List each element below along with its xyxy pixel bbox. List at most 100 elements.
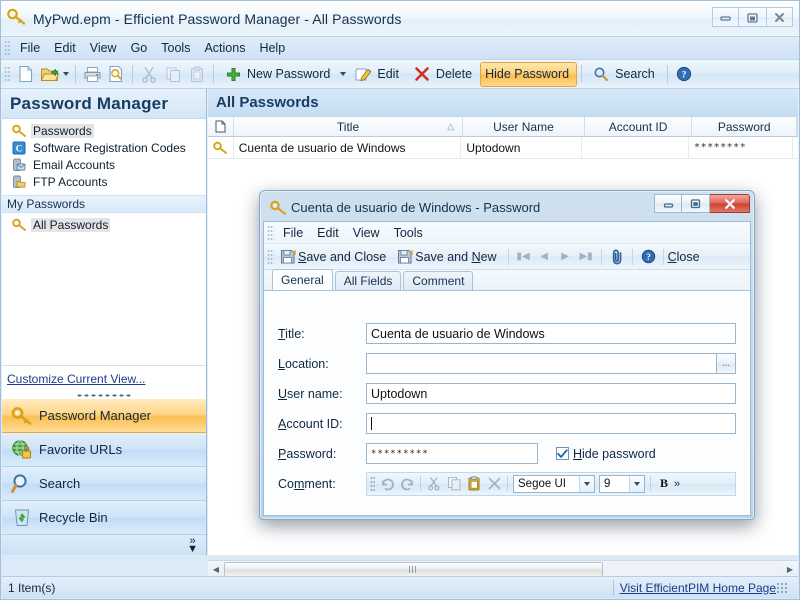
menu-help[interactable]: Help: [252, 39, 292, 57]
column-header-account-id[interactable]: Account ID: [585, 117, 693, 136]
nav-button-label: Search: [39, 476, 81, 491]
help-icon[interactable]: ?: [639, 247, 659, 267]
application-window: MyPwd.epm - Efficient Password Manager -…: [0, 0, 800, 600]
location-input[interactable]: [366, 353, 717, 374]
comment-toolbar-grip[interactable]: [370, 475, 375, 492]
location-browse-button[interactable]: ...: [716, 353, 736, 374]
scrollbar-track[interactable]: [224, 561, 782, 577]
paste-icon[interactable]: [464, 474, 484, 494]
search-button[interactable]: Search: [586, 62, 663, 87]
minimize-icon[interactable]: [712, 7, 739, 27]
help-icon[interactable]: ?: [673, 63, 695, 85]
save-and-close-button[interactable]: Save and Close: [298, 250, 393, 264]
dialog-menubar-grip[interactable]: [267, 224, 274, 241]
nav-button-favorite-urls[interactable]: Favorite URLs: [2, 433, 206, 467]
hide-password-button[interactable]: Hide Password: [480, 61, 578, 87]
comment-toolbar-separator: [420, 476, 421, 491]
hide-password-checkbox-group[interactable]: Hide password: [552, 447, 656, 461]
tab-general[interactable]: General: [272, 269, 333, 290]
tab-label: All Fields: [343, 274, 393, 288]
close-icon[interactable]: [710, 194, 750, 213]
cell-account-id: [582, 137, 690, 158]
sidebar-item-ftp-accounts[interactable]: FTP Accounts: [2, 173, 206, 190]
tab-comment[interactable]: Comment: [403, 271, 474, 290]
menu-edit[interactable]: Edit: [47, 39, 83, 57]
scrollbar-thumb[interactable]: [224, 561, 604, 577]
dialog-menu-tools[interactable]: Tools: [387, 224, 430, 242]
sort-ascending-icon: △: [447, 121, 455, 131]
menu-view[interactable]: View: [83, 39, 124, 57]
customize-current-view-link[interactable]: Customize Current View...: [7, 372, 146, 386]
nav-button-password-manager[interactable]: Password Manager: [2, 399, 206, 433]
paperclip-icon[interactable]: [608, 247, 628, 267]
new-password-button[interactable]: New Password: [218, 62, 338, 87]
globe-lock-icon: [9, 437, 35, 463]
resize-grip-icon[interactable]: [776, 581, 788, 594]
sidebar-item-software-registration-codes[interactable]: C Software Registration Codes: [2, 139, 206, 156]
bold-button[interactable]: B: [654, 474, 674, 494]
menu-tools[interactable]: Tools: [154, 39, 197, 57]
print-icon[interactable]: [81, 63, 103, 85]
sidebar-item-label: FTP Accounts: [33, 174, 108, 189]
font-family-select[interactable]: Segoe UI: [513, 474, 595, 493]
username-input[interactable]: Uptodown: [366, 383, 736, 404]
save-and-new-button[interactable]: Save and New: [415, 250, 503, 264]
nav-expand-button[interactable]: » ▼: [2, 535, 206, 555]
sidebar-nav-buttons: Password Manager Favorite URLs Search Re…: [2, 399, 206, 555]
minimize-icon[interactable]: [654, 194, 682, 213]
svg-text:?: ?: [646, 252, 651, 262]
dialog-close-button[interactable]: Close: [668, 250, 707, 264]
new-document-icon[interactable]: [14, 63, 36, 85]
sidebar-item-label: Email Accounts: [33, 157, 116, 172]
dialog-menu-file[interactable]: File: [276, 224, 310, 242]
chevron-down-icon[interactable]: [579, 475, 594, 492]
last-record-icon: ▶▮: [579, 251, 593, 262]
nav-button-recycle-bin[interactable]: Recycle Bin: [2, 501, 206, 535]
chevron-down-icon[interactable]: [629, 475, 644, 492]
menubar-grip[interactable]: [4, 40, 11, 56]
column-header-label: User Name: [493, 119, 554, 134]
main-toolbar: New Password Edit Delete Hide Password S…: [1, 60, 799, 89]
comment-toolbar-overflow-icon[interactable]: »: [674, 474, 692, 494]
hide-password-checkbox[interactable]: [556, 447, 569, 460]
key-icon: [9, 403, 35, 429]
page-title: All Passwords: [216, 94, 319, 111]
menu-go[interactable]: Go: [124, 39, 155, 57]
scroll-left-arrow-icon[interactable]: ◀: [208, 562, 224, 577]
column-header-icon[interactable]: [208, 117, 234, 136]
efficientpim-home-link[interactable]: Visit EfficientPIM Home Page: [620, 581, 776, 595]
menu-file[interactable]: File: [13, 39, 47, 57]
open-folder-dropdown-icon[interactable]: [61, 63, 71, 85]
sidebar-item-passwords[interactable]: Passwords: [2, 122, 206, 139]
customize-current-view[interactable]: Customize Current View...: [2, 365, 206, 392]
column-header-username[interactable]: User Name: [463, 117, 585, 136]
sidebar-item-email-accounts[interactable]: Email Accounts: [2, 156, 206, 173]
dialog-menu-view[interactable]: View: [346, 224, 387, 242]
account-id-input[interactable]: [366, 413, 736, 434]
menu-actions[interactable]: Actions: [197, 39, 252, 57]
nav-button-search[interactable]: Search: [2, 467, 206, 501]
font-size-select[interactable]: 9: [599, 474, 645, 493]
maximize-icon[interactable]: [739, 7, 766, 27]
tab-all-fields[interactable]: All Fields: [334, 271, 402, 290]
horizontal-scrollbar[interactable]: ◀ ▶: [208, 560, 798, 577]
maximize-icon[interactable]: [682, 194, 710, 213]
table-row[interactable]: Cuenta de usuario de Windows Uptodown **…: [208, 137, 798, 159]
scroll-right-arrow-icon[interactable]: ▶: [782, 562, 798, 577]
title-input[interactable]: Cuenta de usuario de Windows: [366, 323, 736, 344]
dialog-toolbar-grip[interactable]: [267, 248, 274, 265]
open-folder-icon[interactable]: [38, 63, 60, 85]
sidebar-splitter-grip[interactable]: [2, 392, 206, 399]
toolbar-grip[interactable]: [4, 66, 11, 82]
close-icon[interactable]: [766, 7, 793, 27]
column-header-label: Password: [717, 119, 771, 134]
column-header-title[interactable]: Title △: [234, 117, 464, 136]
column-header-password[interactable]: Password: [692, 117, 798, 136]
delete-button[interactable]: Delete: [407, 62, 480, 87]
sidebar-item-all-passwords[interactable]: All Passwords: [2, 216, 206, 233]
new-password-dropdown-icon[interactable]: [338, 63, 348, 85]
print-preview-icon[interactable]: [105, 63, 127, 85]
edit-button[interactable]: Edit: [348, 62, 407, 87]
password-input[interactable]: *********: [366, 443, 538, 464]
dialog-menu-edit[interactable]: Edit: [310, 224, 346, 242]
